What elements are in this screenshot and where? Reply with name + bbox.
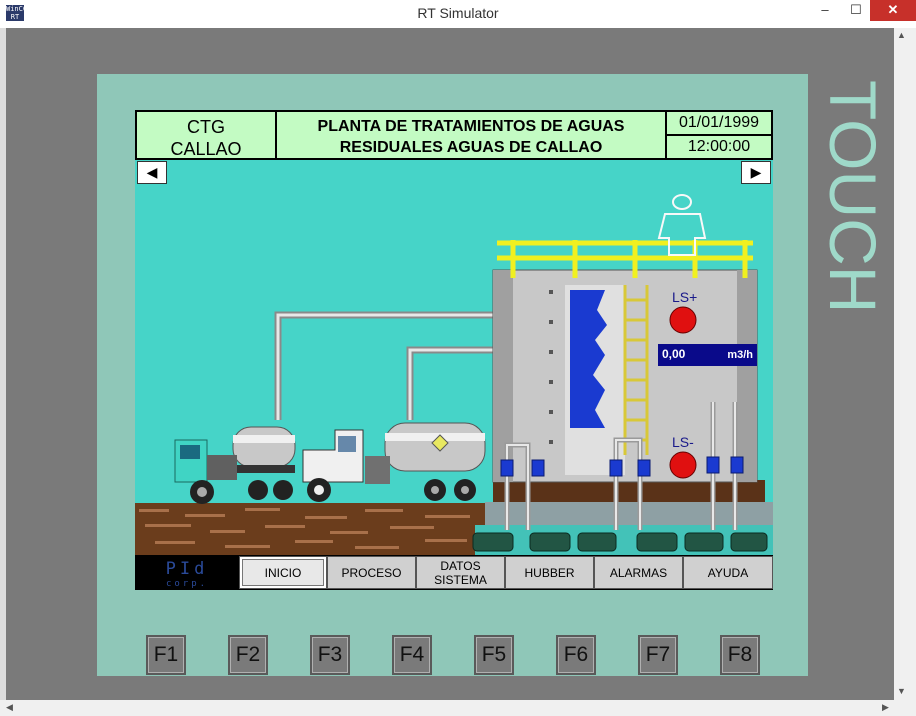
function-key-f1[interactable]: F1 — [146, 635, 186, 675]
menu-ayuda-button[interactable]: AYUDA — [683, 556, 773, 589]
menu-alarmas-button[interactable]: ALARMAS — [594, 556, 683, 589]
horizontal-scrollbar[interactable] — [0, 700, 916, 716]
plant-title-line-2: RESIDUALES AGUAS DE CALLAO — [339, 139, 603, 156]
time-display: 12:00:00 — [665, 134, 773, 160]
menu-datos-sistema-button[interactable]: DATOS SISTEMA — [416, 556, 505, 589]
scroll-right-icon[interactable]: ▶ — [882, 702, 889, 713]
function-key-f2[interactable]: F2 — [228, 635, 268, 675]
location-line-2: CALLAO — [170, 139, 242, 159]
previous-screen-button[interactable]: ◀ — [137, 161, 167, 184]
tank-shade-left — [493, 270, 513, 482]
tanker-truck-2 — [302, 422, 486, 502]
function-key-f6[interactable]: F6 — [556, 635, 596, 675]
hmi-screen: CTG CALLAO PLANTA DE TRATAMIENTOS DE AGU… — [135, 110, 773, 590]
function-key-f7[interactable]: F7 — [638, 635, 678, 675]
function-key-f5[interactable]: F5 — [474, 635, 514, 675]
function-key-f4[interactable]: F4 — [392, 635, 432, 675]
function-key-f3[interactable]: F3 — [310, 635, 350, 675]
window-title: RT Simulator — [417, 5, 499, 21]
tank-base-soil — [493, 480, 765, 504]
arrow-left-icon: ◀ — [146, 164, 158, 180]
menu-proceso-button[interactable]: PROCESO — [327, 556, 416, 589]
company-logo: PId corp. — [135, 555, 239, 590]
level-switch-low-label: LS- — [672, 434, 694, 450]
tanker-truck-1 — [174, 426, 296, 504]
scroll-up-icon[interactable]: ▲ — [897, 30, 906, 40]
menu-hubber-button[interactable]: HUBBER — [505, 556, 594, 589]
touch-brand-label: TOUCH — [816, 80, 890, 313]
svg-text:PId: PId — [166, 559, 209, 579]
menu-inicio-button[interactable]: INICIO — [239, 556, 327, 589]
valve-group — [500, 456, 744, 477]
plant-title-line-1: PLANTA DE TRATAMIENTOS DE AGUAS — [317, 118, 625, 135]
location-box: CTG CALLAO — [135, 110, 277, 160]
flow-rate-display: 0,00 m3/h — [658, 344, 757, 366]
tank-shade-right — [737, 270, 757, 482]
scroll-down-icon[interactable]: ▼ — [897, 686, 906, 696]
arrow-right-icon: ▶ — [750, 164, 762, 180]
svg-text:corp.: corp. — [166, 579, 208, 589]
operator-figure — [657, 194, 707, 256]
window-frame-left — [0, 28, 6, 700]
close-button[interactable]: ✕ — [870, 0, 916, 21]
title-bar: WinCC RT RT Simulator – ☐ ✕ — [0, 0, 916, 28]
touch-brand-text: TOUCH — [816, 80, 890, 313]
menu-bar: PId corp. INICIO PROCESO DATOS SISTEMA H… — [135, 555, 773, 590]
pump-floor — [475, 525, 773, 555]
maximize-button[interactable]: ☐ — [842, 0, 870, 21]
date-display: 01/01/1999 — [665, 110, 773, 136]
function-key-f8[interactable]: F8 — [720, 635, 760, 675]
logo-graphic: PId corp. — [166, 559, 209, 589]
process-scene — [135, 194, 773, 555]
next-screen-button[interactable]: ▶ — [741, 161, 771, 184]
flow-rate-value: 0,00 — [662, 347, 686, 361]
plant-title-box: PLANTA DE TRATAMIENTOS DE AGUAS RESIDUAL… — [275, 110, 667, 160]
level-switch-high-label: LS+ — [672, 289, 698, 305]
flow-rate-unit: m3/h — [727, 349, 753, 361]
level-switch-low-indicator — [669, 451, 697, 479]
scroll-left-icon[interactable]: ◀ — [6, 702, 13, 713]
level-switch-high-indicator — [669, 306, 697, 334]
location-line-1: CTG — [187, 117, 225, 137]
vertical-scrollbar[interactable] — [894, 28, 916, 700]
minimize-button[interactable]: – — [808, 0, 842, 21]
